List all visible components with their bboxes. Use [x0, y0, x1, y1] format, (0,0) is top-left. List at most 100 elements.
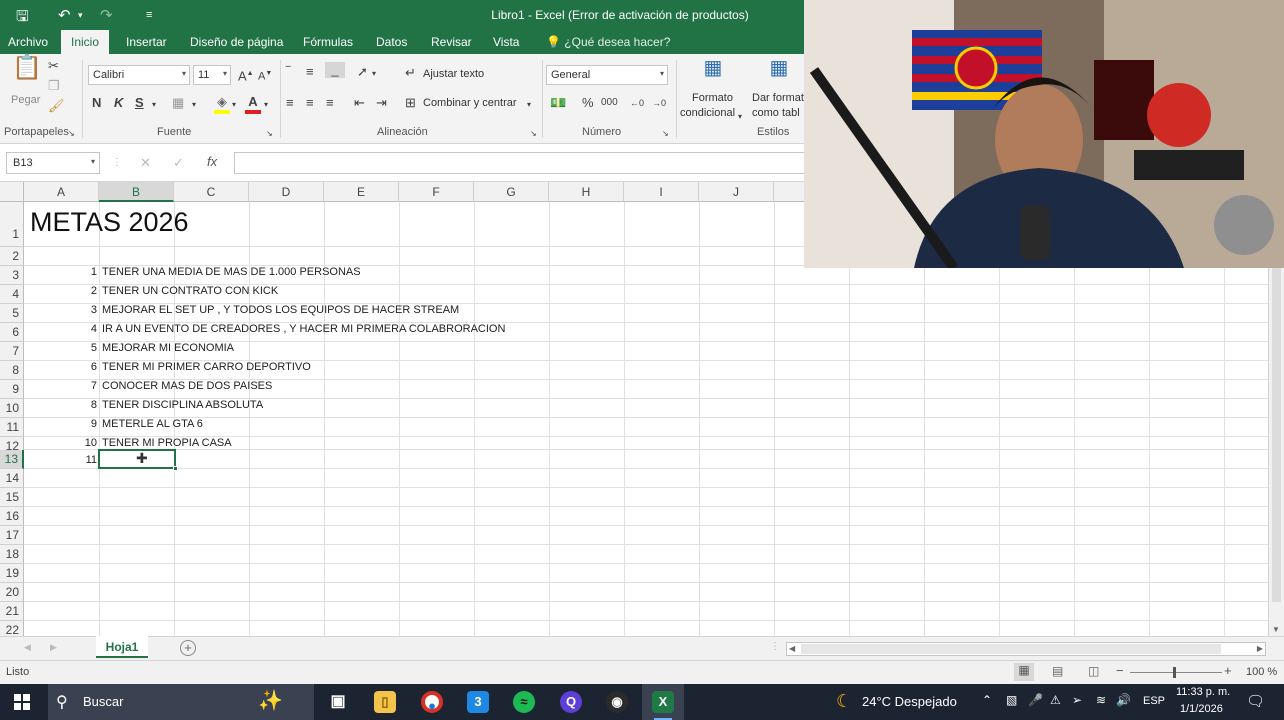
microphone-icon[interactable]: 🎤: [1028, 693, 1043, 707]
row-header[interactable]: 9: [0, 380, 24, 399]
row-header[interactable]: 7: [0, 342, 24, 361]
zoom-slider-thumb[interactable]: [1173, 667, 1176, 678]
select-all-corner[interactable]: [0, 182, 24, 202]
clock-time[interactable]: 11:33 p. m.: [1176, 686, 1230, 698]
goal-text[interactable]: MEJORAR MI ECONOMIA: [102, 342, 234, 354]
fill-color-icon[interactable]: ◈: [214, 94, 230, 114]
clipboard-launcher-icon[interactable]: ↘: [68, 126, 75, 142]
alignment-launcher-icon[interactable]: ↘: [530, 126, 537, 142]
obs-icon[interactable]: ◉: [606, 691, 628, 713]
notifications-icon[interactable]: 🗨: [1246, 692, 1265, 710]
goal-number[interactable]: 7: [24, 380, 97, 392]
conditional-format-label-2[interactable]: condicional: [680, 107, 735, 119]
cut-icon[interactable]: ✂: [48, 58, 59, 74]
copy-icon[interactable]: ❐: [48, 78, 60, 94]
goal-text[interactable]: METERLE AL GTA 6: [102, 418, 203, 430]
goal-text[interactable]: TENER MI PRIMER CARRO DEPORTIVO: [102, 361, 311, 373]
align-top-icon[interactable]: ‾: [286, 64, 290, 80]
italic-button[interactable]: K: [114, 95, 123, 111]
paste-button-label[interactable]: Pegar: [11, 94, 40, 106]
app-q-icon[interactable]: Q: [560, 691, 582, 713]
scroll-left-icon[interactable]: ◀: [789, 644, 795, 653]
sheet-tab-hoja1[interactable]: Hoja1: [96, 636, 148, 658]
goal-number[interactable]: 8: [24, 399, 97, 411]
scroll-right-icon[interactable]: ▶: [1257, 644, 1263, 653]
tab-vista[interactable]: Vista: [493, 35, 519, 49]
add-sheet-icon[interactable]: +: [180, 640, 196, 656]
row-header[interactable]: 19: [0, 564, 24, 583]
goal-text[interactable]: IR A UN EVENTO DE CREADORES , Y HACER MI…: [102, 323, 505, 335]
tab-insertar[interactable]: Insertar: [126, 35, 167, 49]
merge-center-icon[interactable]: ⊞: [405, 95, 416, 111]
row-header[interactable]: 5: [0, 304, 24, 323]
accounting-format-icon[interactable]: 💵: [550, 95, 566, 111]
row-header[interactable]: 17: [0, 526, 24, 545]
goal-number[interactable]: 4: [24, 323, 97, 335]
tab-archivo[interactable]: Archivo: [8, 35, 48, 49]
wrap-text-icon[interactable]: ↵: [405, 65, 416, 81]
goal-number[interactable]: 10: [24, 437, 97, 449]
orientation-icon[interactable]: ➚: [357, 64, 368, 80]
goal-number[interactable]: 1: [24, 266, 97, 278]
spotify-icon[interactable]: ≈: [513, 691, 535, 713]
wrap-text-button[interactable]: Ajustar texto: [423, 68, 484, 80]
column-header[interactable]: H: [549, 182, 624, 202]
row-header[interactable]: 13: [0, 450, 24, 469]
conditional-format-label-1[interactable]: Formato: [692, 92, 733, 104]
goal-number[interactable]: 6: [24, 361, 97, 373]
align-right-icon[interactable]: ≡: [326, 95, 334, 111]
goal-text[interactable]: TENER DISCIPLINA ABSOLUTA: [102, 399, 263, 411]
row-header[interactable]: 4: [0, 285, 24, 304]
zoom-in-icon[interactable]: +: [1224, 663, 1232, 678]
tab-datos[interactable]: Datos: [376, 35, 407, 49]
shrink-font-icon[interactable]: A▼: [258, 66, 272, 85]
row-header[interactable]: 11: [0, 418, 24, 437]
tab-diseno-pagina[interactable]: Diseño de página: [190, 35, 283, 49]
align-center-icon[interactable]: ≡: [306, 95, 314, 111]
clock-date[interactable]: 1/1/2026: [1180, 703, 1223, 715]
volume-icon[interactable]: 🔊: [1116, 693, 1131, 707]
goal-number[interactable]: 3: [24, 304, 97, 316]
font-launcher-icon[interactable]: ↘: [266, 126, 273, 142]
name-box[interactable]: B13 ▾: [6, 152, 100, 174]
row-header[interactable]: 22: [0, 621, 24, 636]
undo-dropdown-icon[interactable]: ▾: [78, 10, 83, 21]
borders-icon[interactable]: ▦: [172, 95, 184, 111]
increase-decimal-icon[interactable]: ←0: [630, 95, 644, 111]
goal-number[interactable]: 9: [24, 418, 97, 430]
tell-me-search[interactable]: 💡 ¿Qué desea hacer?: [546, 35, 670, 49]
chevron-down-icon[interactable]: ▾: [152, 97, 156, 113]
chevron-down-icon[interactable]: ▾: [527, 97, 531, 113]
grow-font-icon[interactable]: A▲: [238, 66, 254, 84]
tab-revisar[interactable]: Revisar: [431, 35, 472, 49]
paste-icon[interactable]: 📋: [12, 56, 42, 90]
customize-qat-icon[interactable]: ≡: [146, 9, 152, 21]
page-break-view-icon[interactable]: ◫: [1088, 664, 1099, 678]
scroll-thumb[interactable]: [801, 644, 1221, 654]
chevron-down-icon[interactable]: ▾: [372, 66, 376, 82]
format-as-table-label-1[interactable]: Dar format: [752, 92, 804, 104]
windows-start-icon[interactable]: [14, 694, 30, 710]
row-header[interactable]: 1: [0, 202, 24, 247]
goal-text[interactable]: TENER UN CONTRATO CON KICK: [102, 285, 278, 297]
number-launcher-icon[interactable]: ↘: [662, 126, 669, 142]
column-header[interactable]: J: [699, 182, 774, 202]
column-header[interactable]: B: [99, 182, 174, 202]
zoom-out-icon[interactable]: −: [1116, 663, 1124, 678]
percent-style-icon[interactable]: %: [582, 95, 594, 111]
row-header[interactable]: 3: [0, 266, 24, 285]
column-header[interactable]: D: [249, 182, 324, 202]
input-language[interactable]: ESP: [1143, 695, 1165, 707]
goal-text[interactable]: MEJORAR EL SET UP , Y TODOS LOS EQUIPOS …: [102, 304, 459, 316]
excel-taskbar-active[interactable]: X: [642, 684, 684, 720]
column-header[interactable]: F: [399, 182, 474, 202]
undo-icon[interactable]: ↶: [58, 6, 71, 24]
next-sheet-icon[interactable]: ▶: [50, 642, 57, 653]
location-icon[interactable]: ➢: [1072, 693, 1082, 707]
tray-app-icon[interactable]: ▧: [1006, 693, 1017, 707]
page-layout-view-icon[interactable]: ▤: [1052, 664, 1063, 678]
wifi-icon[interactable]: ≋: [1096, 693, 1106, 707]
column-header[interactable]: G: [474, 182, 549, 202]
chevron-down-icon[interactable]: ▾: [232, 97, 236, 113]
font-name-select[interactable]: Calibri ▾: [88, 65, 190, 85]
